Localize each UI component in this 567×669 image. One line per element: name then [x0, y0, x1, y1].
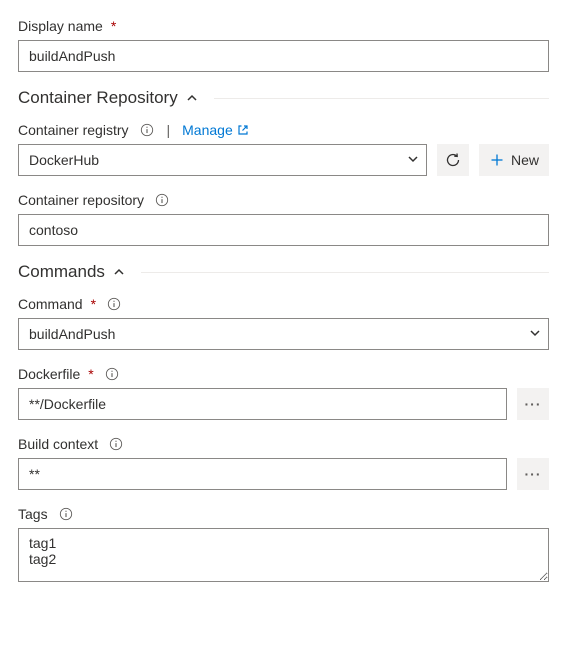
- command-label: Command: [18, 296, 83, 312]
- new-button-label: New: [511, 152, 539, 168]
- chevron-up-icon: [186, 92, 198, 104]
- container-repository-label: Container repository: [18, 192, 144, 208]
- info-icon[interactable]: [106, 296, 122, 312]
- required-indicator: *: [88, 366, 93, 382]
- display-name-label: Display name *: [18, 18, 549, 34]
- dockerfile-label: Dockerfile: [18, 366, 80, 382]
- section-commands[interactable]: Commands: [18, 262, 549, 282]
- ellipsis-icon: ···: [525, 396, 542, 412]
- container-registry-value[interactable]: [18, 144, 427, 176]
- required-indicator: *: [111, 18, 116, 34]
- container-registry-label-row: Container registry | Manage: [18, 122, 549, 138]
- dockerfile-browse-button[interactable]: ···: [517, 388, 549, 420]
- info-icon[interactable]: [58, 506, 74, 522]
- command-value[interactable]: [18, 318, 549, 350]
- container-registry-label: Container registry: [18, 122, 129, 138]
- refresh-icon: [445, 152, 461, 168]
- build-context-label-row: Build context: [18, 436, 549, 452]
- plus-icon: [489, 152, 505, 168]
- section-container-repository[interactable]: Container Repository: [18, 88, 549, 108]
- chevron-up-icon: [113, 266, 125, 278]
- refresh-button[interactable]: [437, 144, 469, 176]
- ellipsis-icon: ···: [525, 466, 542, 482]
- new-button[interactable]: New: [479, 144, 549, 176]
- manage-link-text: Manage: [182, 122, 233, 138]
- build-context-browse-button[interactable]: ···: [517, 458, 549, 490]
- separator: |: [167, 122, 171, 138]
- external-link-icon: [237, 124, 249, 136]
- dockerfile-label-row: Dockerfile *: [18, 366, 549, 382]
- command-label-row: Command *: [18, 296, 549, 312]
- container-repository-label-row: Container repository: [18, 192, 549, 208]
- tags-textarea[interactable]: [18, 528, 549, 582]
- section-title: Container Repository: [18, 88, 178, 108]
- manage-link[interactable]: Manage: [182, 122, 249, 138]
- required-indicator: *: [91, 296, 96, 312]
- container-repository-input[interactable]: [18, 214, 549, 246]
- tags-label-row: Tags: [18, 506, 549, 522]
- info-icon[interactable]: [139, 122, 155, 138]
- info-icon[interactable]: [154, 192, 170, 208]
- info-icon[interactable]: [104, 366, 120, 382]
- build-context-input[interactable]: [18, 458, 507, 490]
- tags-label: Tags: [18, 506, 48, 522]
- section-rule: [141, 272, 549, 273]
- section-rule: [214, 98, 549, 99]
- command-select[interactable]: [18, 318, 549, 350]
- container-registry-select[interactable]: [18, 144, 427, 176]
- info-icon[interactable]: [108, 436, 124, 452]
- label-text: Display name: [18, 18, 103, 34]
- section-title: Commands: [18, 262, 105, 282]
- build-context-label: Build context: [18, 436, 98, 452]
- dockerfile-input[interactable]: [18, 388, 507, 420]
- display-name-input[interactable]: [18, 40, 549, 72]
